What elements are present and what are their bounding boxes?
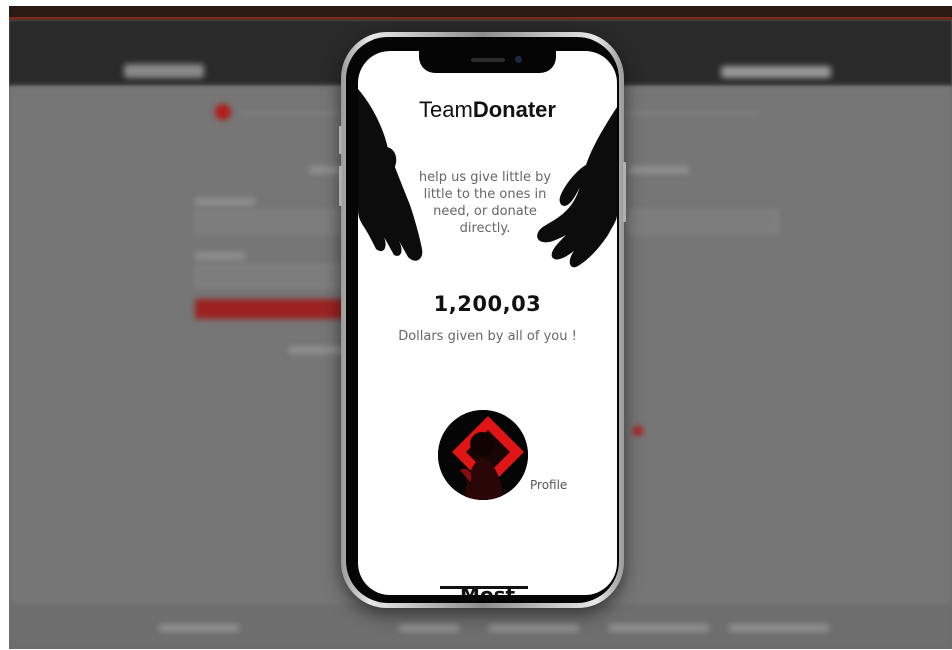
background-text bbox=[289, 346, 349, 354]
phone-power-button bbox=[623, 162, 626, 222]
speaker-icon bbox=[471, 58, 505, 62]
avatar-image bbox=[438, 410, 528, 500]
background-red-marker bbox=[633, 426, 643, 436]
phone-mockup: TeamDonater help us give little by littl… bbox=[339, 32, 626, 608]
background-nav-logo bbox=[124, 64, 204, 78]
brand-bold-text: Donater bbox=[472, 97, 556, 122]
camera-icon bbox=[515, 56, 522, 63]
app-screen[interactable]: TeamDonater help us give little by littl… bbox=[358, 51, 617, 595]
browser-top-strip bbox=[9, 6, 952, 20]
background-field bbox=[195, 264, 347, 288]
background-footer-text bbox=[609, 624, 709, 632]
app-title: TeamDonater bbox=[358, 97, 617, 123]
background-red-marker bbox=[215, 104, 231, 120]
phone-bezel: TeamDonater help us give little by littl… bbox=[346, 37, 619, 603]
background-nav-link bbox=[721, 66, 831, 78]
background-text bbox=[629, 166, 689, 174]
background-field bbox=[195, 210, 347, 234]
background-footer-text bbox=[489, 624, 579, 632]
background-footer-text bbox=[159, 624, 239, 632]
background-footer-text bbox=[399, 624, 459, 632]
background-field bbox=[627, 210, 779, 234]
background-divider bbox=[619, 112, 759, 114]
background-footer-text bbox=[729, 624, 829, 632]
section-heading: Most bbox=[459, 583, 516, 595]
phone-volume-button bbox=[339, 166, 342, 206]
total-donations-amount: 1,200,03 bbox=[433, 292, 542, 316]
brand-light-text: Team bbox=[419, 97, 473, 122]
phone-notch bbox=[419, 51, 556, 73]
profile-avatar[interactable] bbox=[438, 410, 528, 500]
tagline: help us give little by little to the one… bbox=[418, 170, 552, 236]
background-text bbox=[195, 252, 245, 260]
profile-link[interactable]: Profile bbox=[530, 478, 567, 492]
background-text bbox=[195, 198, 255, 206]
total-donations-label: Dollars given by all of you ! bbox=[398, 329, 577, 344]
phone-volume-button bbox=[339, 126, 342, 154]
